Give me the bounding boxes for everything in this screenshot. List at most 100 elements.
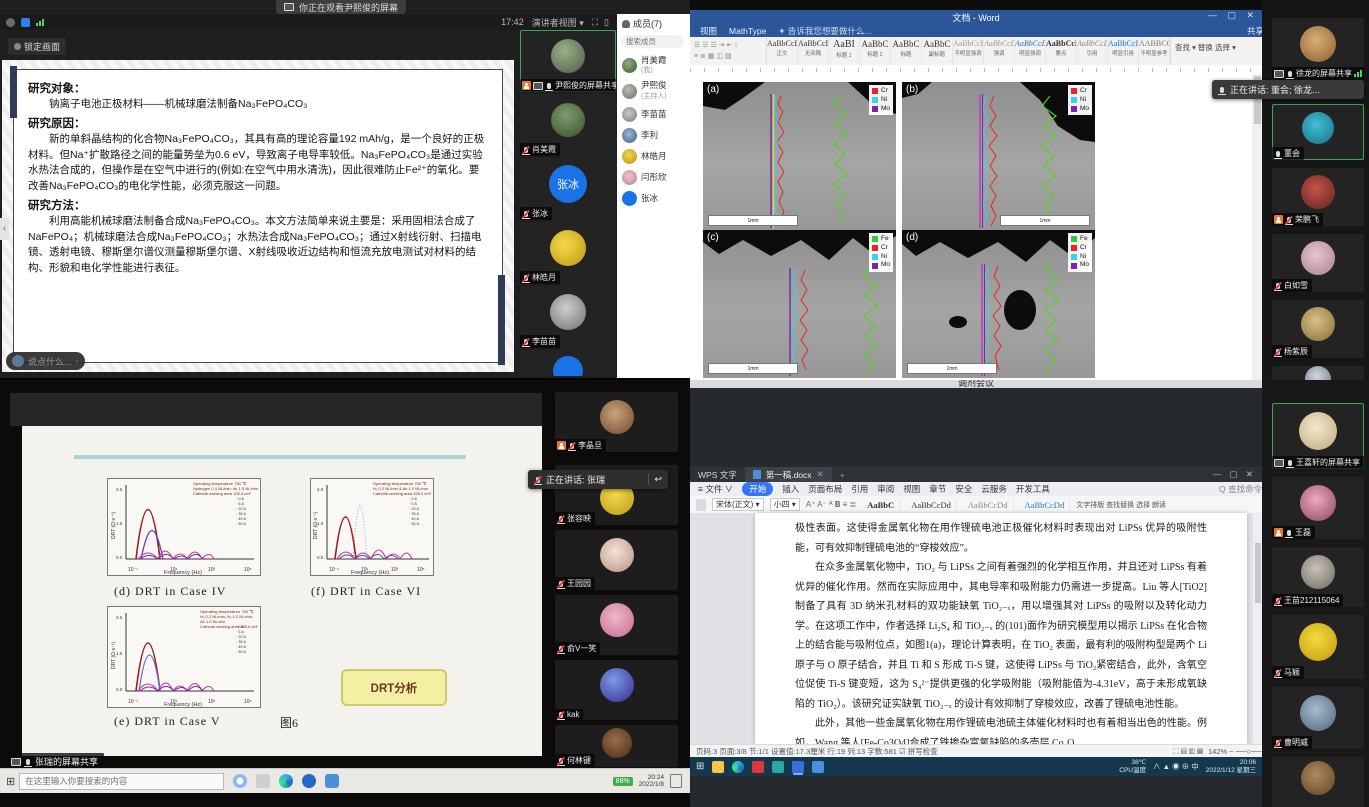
style-chip[interactable]: AaBbC标题 <box>891 37 922 65</box>
menu-review[interactable]: 审阅 <box>877 483 894 495</box>
format-icons[interactable]: A⁺ A⁻ ᴬ 𝐁 ≡ ≣ <box>806 500 856 510</box>
video-tile[interactable]: 王园园 <box>555 530 678 590</box>
font-name-select[interactable]: 宋体(正文) ▾ <box>712 498 764 511</box>
member-row[interactable]: 李利 <box>617 125 690 146</box>
menu-section[interactable]: 章节 <box>929 483 946 495</box>
style-chip[interactable]: AaBbCcD明显引用 <box>1108 37 1139 65</box>
style-chip[interactable]: AaBbCcD正文 <box>767 37 798 65</box>
style-chip[interactable]: AaBbCcD引用 <box>1077 37 1108 65</box>
member-row[interactable]: 闫彤欣 <box>617 167 690 188</box>
menu-page-layout[interactable]: 页面布局 <box>808 483 842 495</box>
zy-app-icon[interactable] <box>752 761 764 773</box>
member-row[interactable]: 林皓月 <box>617 146 690 167</box>
taskbar-search-input[interactable] <box>19 773 224 790</box>
cpu-temp-widget[interactable]: 38℃CPU温度 <box>1119 759 1146 774</box>
paste-button[interactable] <box>696 499 706 511</box>
wps-style-chip[interactable]: AaBbCcDd <box>906 500 957 510</box>
video-tile[interactable]: 俞V一笑 <box>555 595 678 655</box>
tell-me-box[interactable]: ✦ 告诉我您想要做什么... <box>778 25 871 37</box>
clock-app-icon[interactable] <box>302 774 316 788</box>
video-tile[interactable]: 王嘉轩的屏幕共享 <box>1272 403 1364 469</box>
video-tile[interactable]: 李晶旦 <box>555 392 678 452</box>
menu-view[interactable]: 视图 <box>903 483 920 495</box>
edge-icon[interactable] <box>279 774 293 788</box>
tab-view[interactable]: 视图 <box>700 25 717 37</box>
task-view-icon[interactable] <box>256 774 270 788</box>
notification-center-icon[interactable] <box>670 774 682 788</box>
window-controls[interactable]: — ▢ ✕ <box>1213 469 1262 480</box>
meeting-app-icon[interactable] <box>325 774 339 788</box>
cortana-icon[interactable] <box>233 774 247 788</box>
find-command-box[interactable]: Q 查找命令 <box>1219 483 1262 495</box>
start-button[interactable]: ⊞ <box>696 761 704 772</box>
wps-style-chip[interactable]: AaBbCcDd <box>963 500 1014 510</box>
doc-tab[interactable]: 第一稿.docx ✕ <box>745 467 832 482</box>
pin-view-button[interactable]: 锁定画面 <box>8 38 66 55</box>
tab-mathtype[interactable]: MathType <box>729 26 766 36</box>
style-chip[interactable]: AaBbCcD强调 <box>984 37 1015 65</box>
layout-toggle-icon[interactable]: ▯ <box>604 17 609 28</box>
menu-insert[interactable]: 插入 <box>782 483 799 495</box>
style-chip[interactable]: AaBbCcD要点 <box>1046 37 1077 65</box>
menu-security[interactable]: 安全 <box>955 483 972 495</box>
video-tile[interactable]: 徐龙的屏幕共享 <box>1272 18 1364 80</box>
menu-cloud[interactable]: 云服务 <box>981 483 1007 495</box>
start-button[interactable]: ⊞ <box>6 775 15 788</box>
member-row[interactable]: 肖美霞(我) <box>617 53 690 78</box>
collapse-tab[interactable]: ‹ <box>0 218 9 240</box>
video-tile[interactable]: 白如雪 <box>1272 234 1364 292</box>
member-row[interactable]: 李苗苗 <box>617 104 690 125</box>
video-tile[interactable]: 曹明威 <box>1272 687 1364 749</box>
style-chip[interactable]: AaBbCcD无间隔 <box>798 37 829 65</box>
wps-style-chip[interactable]: AaBbC <box>862 500 900 510</box>
video-tile[interactable]: kak <box>555 660 678 720</box>
video-tile[interactable]: 王苗212115064 <box>1272 547 1364 607</box>
video-tile[interactable]: 马颖 <box>1272 615 1364 679</box>
video-tile[interactable] <box>1272 757 1364 807</box>
video-tile[interactable] <box>520 350 616 376</box>
paragraph-group[interactable]: ☰ ☱ ☲ ⇥ ⇤ ↕≡ ≣ ▦ ◫ ▨ <box>690 37 767 65</box>
member-row[interactable]: 张冰 <box>617 188 690 209</box>
clock-tray[interactable]: 20:062022/1/12 星期三 <box>1206 759 1256 774</box>
window-controls[interactable]: — ▢ ✕ <box>1208 10 1258 21</box>
clock-tray[interactable]: 20:242022/1/8 <box>639 774 664 789</box>
video-tile[interactable]: 肖美霞 <box>520 94 616 156</box>
wps-document-area[interactable]: 极性表面。这使得金属氧化物在用作锂硫电池正极催化材料时表现出对 LiPSs 优异… <box>690 513 1262 744</box>
zoom-control[interactable]: 142% − ──○── + <box>1208 747 1268 756</box>
toolbar-labels[interactable]: 文字排版 查找替换 选择 朗读 <box>1076 500 1166 510</box>
edge-icon[interactable] <box>732 761 744 773</box>
g-app-icon[interactable] <box>772 761 784 773</box>
video-tile[interactable]: 董会 <box>1272 104 1364 160</box>
editing-group[interactable]: 查找 ▾ 替换 选择 ▾ <box>1170 37 1262 65</box>
style-chip[interactable]: AABBCCD不明显参考 <box>1139 37 1170 65</box>
style-chip[interactable]: AaBbC副标题 <box>922 37 953 65</box>
scrollbar[interactable] <box>1252 74 1262 380</box>
video-tile[interactable]: 杨紫辰 <box>1272 300 1364 358</box>
style-chip[interactable]: AaBbCcD不明显强调 <box>953 37 984 65</box>
wps-app-label[interactable]: WPS 文字 <box>690 469 745 481</box>
menu-dev-tools[interactable]: 开发工具 <box>1016 483 1050 495</box>
member-search-input[interactable] <box>621 35 684 48</box>
video-tile[interactable] <box>1272 366 1364 380</box>
scrollbar[interactable] <box>1253 513 1262 744</box>
shield-icon[interactable] <box>21 18 30 27</box>
style-chip[interactable]: AaBI标题 1 <box>829 37 860 65</box>
style-chip[interactable]: AaBbCcD明显强调 <box>1015 37 1046 65</box>
tray-icons[interactable]: ∧ ▲ ◉ ⊕ 中 <box>1153 761 1199 772</box>
file-menu[interactable]: ≡ 文件 ∨ <box>698 483 733 495</box>
font-size-select[interactable]: 小四 ▾ <box>770 498 800 511</box>
reply-arrow-icon[interactable]: ↩ <box>648 474 662 485</box>
chat-collapse-icon[interactable]: ‹ <box>76 356 79 366</box>
video-tile[interactable]: 尹熙俊的屏幕共享 <box>520 30 616 92</box>
view-mode-dropdown[interactable]: 演讲者视图 ▾ <box>532 16 584 29</box>
document-page[interactable]: 极性表面。这使得金属氧化物在用作锂硫电池正极催化材料时表现出对 LiPSs 优异… <box>755 513 1247 744</box>
menu-home[interactable]: 开始 <box>742 482 773 496</box>
video-tile[interactable]: 荣鹏飞 <box>1272 168 1364 226</box>
video-tile[interactable]: 王磊 <box>1272 477 1364 539</box>
word-document[interactable]: (a) Cr Ni Mo 1mm (b) <box>690 74 1252 380</box>
new-tab-button[interactable]: + <box>832 470 853 480</box>
info-icon[interactable] <box>6 18 15 27</box>
style-chip[interactable]: AaBbC标题 2 <box>860 37 891 65</box>
photos-icon[interactable] <box>812 761 824 773</box>
wps-taskbar-icon[interactable] <box>792 761 804 773</box>
